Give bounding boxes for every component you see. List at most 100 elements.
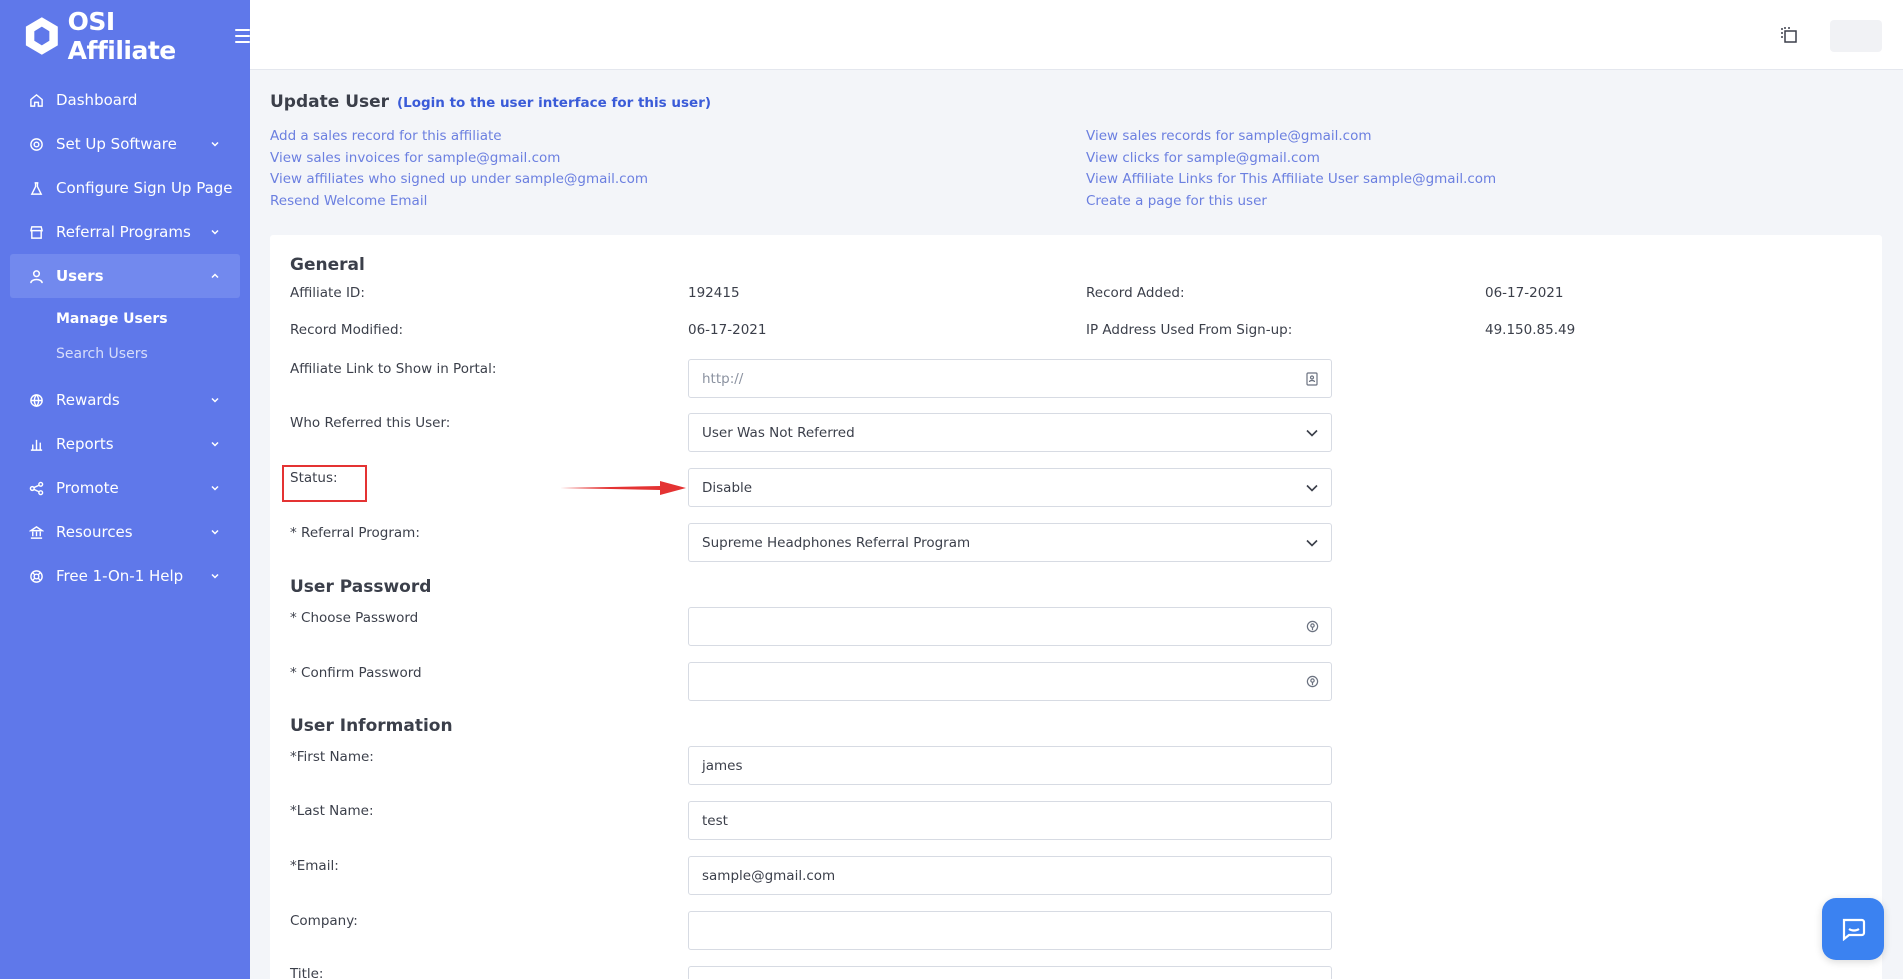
title-label: Title: bbox=[290, 966, 324, 979]
logo-hexagon-icon bbox=[25, 17, 58, 55]
chevron-down-icon bbox=[211, 529, 219, 535]
sidebar-item-referral-programs[interactable]: Referral Programs bbox=[10, 210, 240, 254]
view-affiliate-links-link[interactable]: View Affiliate Links for This Affiliate … bbox=[1086, 169, 1496, 191]
gear-icon bbox=[28, 136, 44, 152]
sidebar-item-label: Resources bbox=[56, 523, 133, 541]
top-bar bbox=[250, 0, 1903, 70]
brand-name: OSI Affiliate bbox=[67, 7, 177, 65]
record-added-label: Record Added: bbox=[1086, 285, 1185, 301]
contact-card-icon bbox=[1305, 371, 1319, 386]
create-page-link[interactable]: Create a page for this user bbox=[1086, 191, 1496, 213]
who-referred-value: User Was Not Referred bbox=[702, 424, 855, 441]
globe-icon bbox=[28, 392, 44, 408]
sidebar: OSI Affiliate Dashboard Set Up Software … bbox=[0, 0, 250, 979]
who-referred-label: Who Referred this User: bbox=[290, 415, 451, 431]
user-form-card: General Affiliate ID: 192415 Record Adde… bbox=[270, 235, 1882, 979]
last-name-label: *Last Name: bbox=[290, 803, 374, 819]
choose-password-label: * Choose Password bbox=[290, 610, 419, 626]
login-as-user-link[interactable]: (Login to the user interface for this us… bbox=[397, 95, 711, 111]
avatar[interactable] bbox=[1830, 20, 1882, 52]
sidebar-item-configure-sign-up-page[interactable]: Configure Sign Up Page bbox=[10, 166, 240, 210]
status-highlight-box bbox=[282, 465, 367, 502]
email-input[interactable]: sample@gmail.com bbox=[688, 856, 1332, 895]
title-input[interactable] bbox=[688, 966, 1332, 979]
first-name-input[interactable]: james bbox=[688, 746, 1332, 785]
chevron-down-icon bbox=[1305, 426, 1319, 440]
sidebar-item-reports[interactable]: Reports bbox=[10, 422, 240, 466]
sidebar-item-free-help[interactable]: Free 1-On-1 Help bbox=[10, 554, 240, 598]
sidebar-item-users[interactable]: Users bbox=[10, 254, 240, 298]
email-value: sample@gmail.com bbox=[702, 867, 836, 884]
chevron-up-icon bbox=[211, 273, 219, 279]
resend-welcome-email-link[interactable]: Resend Welcome Email bbox=[270, 191, 648, 213]
view-sales-invoices-link[interactable]: View sales invoices for sample@gmail.com bbox=[270, 148, 648, 170]
view-sales-records-link[interactable]: View sales records for sample@gmail.com bbox=[1086, 126, 1496, 148]
company-input[interactable] bbox=[688, 911, 1332, 950]
record-modified-value: 06-17-2021 bbox=[688, 322, 767, 338]
chevron-down-icon bbox=[211, 141, 219, 147]
view-affiliates-signed-up-link[interactable]: View affiliates who signed up under samp… bbox=[270, 169, 648, 191]
first-name-value: james bbox=[702, 757, 743, 774]
sidebar-item-label: Set Up Software bbox=[56, 135, 177, 153]
brand[interactable]: OSI Affiliate bbox=[0, 0, 250, 72]
affiliate-link-label: Affiliate Link to Show in Portal: bbox=[290, 361, 497, 377]
ip-address-label: IP Address Used From Sign-up: bbox=[1086, 322, 1293, 338]
affiliate-link-placeholder: http:// bbox=[702, 370, 744, 387]
password-section-title: User Password bbox=[290, 577, 432, 597]
sidebar-item-rewards[interactable]: Rewards bbox=[10, 378, 240, 422]
last-name-value: test bbox=[702, 812, 728, 829]
action-links-left: Add a sales record for this affiliate Vi… bbox=[270, 126, 648, 212]
status-select[interactable]: Disable bbox=[688, 468, 1332, 507]
flask-icon bbox=[28, 180, 44, 196]
last-name-input[interactable]: test bbox=[688, 801, 1332, 840]
sidebar-item-label: Configure Sign Up Page bbox=[56, 179, 233, 197]
affiliate-id-label: Affiliate ID: bbox=[290, 285, 365, 301]
chat-button[interactable] bbox=[1822, 898, 1884, 960]
chevron-down-icon bbox=[211, 573, 219, 579]
sidebar-item-label: Users bbox=[56, 267, 104, 285]
choose-password-input[interactable] bbox=[688, 607, 1332, 646]
chevron-down-icon bbox=[211, 397, 219, 403]
sidebar-item-dashboard[interactable]: Dashboard bbox=[10, 78, 240, 122]
affiliate-id-value: 192415 bbox=[688, 285, 740, 301]
show-password-icon[interactable] bbox=[1305, 675, 1319, 689]
email-label: *Email: bbox=[290, 858, 339, 874]
sidebar-item-label: Dashboard bbox=[56, 91, 138, 109]
chevron-down-icon bbox=[1305, 481, 1319, 495]
chevron-down-icon bbox=[211, 441, 219, 447]
chevron-down-icon bbox=[211, 485, 219, 491]
layers-icon[interactable] bbox=[1779, 25, 1799, 45]
confirm-password-label: * Confirm Password bbox=[290, 665, 422, 681]
sidebar-item-resources[interactable]: Resources bbox=[10, 510, 240, 554]
referral-program-value: Supreme Headphones Referral Program bbox=[702, 534, 971, 551]
sidebar-item-promote[interactable]: Promote bbox=[10, 466, 240, 510]
ip-address-value: 49.150.85.49 bbox=[1485, 322, 1576, 338]
menu-toggle-icon[interactable] bbox=[234, 29, 250, 43]
page-title-text: Update User bbox=[270, 92, 390, 112]
record-modified-label: Record Modified: bbox=[290, 322, 404, 338]
action-links: Add a sales record for this affiliate Vi… bbox=[270, 126, 1885, 226]
chevron-down-icon bbox=[1305, 536, 1319, 550]
show-password-icon[interactable] bbox=[1305, 620, 1319, 634]
bar-chart-icon bbox=[28, 436, 44, 452]
confirm-password-input[interactable] bbox=[688, 662, 1332, 701]
sidebar-item-set-up-software[interactable]: Set Up Software bbox=[10, 122, 240, 166]
main-content: Update User (Login to the user interface… bbox=[270, 70, 1885, 979]
who-referred-select[interactable]: User Was Not Referred bbox=[688, 413, 1332, 452]
chevron-down-icon bbox=[211, 229, 219, 235]
sidebar-item-label: Rewards bbox=[56, 391, 120, 409]
submenu-item-manage-users[interactable]: Manage Users bbox=[56, 302, 250, 337]
chat-bubble-icon bbox=[1842, 918, 1866, 941]
add-sales-record-link[interactable]: Add a sales record for this affiliate bbox=[270, 126, 648, 148]
submenu-item-search-users[interactable]: Search Users bbox=[56, 337, 250, 372]
action-links-right: View sales records for sample@gmail.com … bbox=[1086, 126, 1496, 212]
referral-program-select[interactable]: Supreme Headphones Referral Program bbox=[688, 523, 1332, 562]
red-arrow-icon bbox=[560, 481, 686, 495]
referral-program-label: * Referral Program: bbox=[290, 525, 420, 541]
sidebar-nav: Dashboard Set Up Software Configure Sign… bbox=[0, 78, 250, 598]
sidebar-item-label: Free 1-On-1 Help bbox=[56, 567, 184, 585]
view-clicks-link[interactable]: View clicks for sample@gmail.com bbox=[1086, 148, 1496, 170]
sidebar-item-label: Promote bbox=[56, 479, 119, 497]
user-icon bbox=[28, 268, 44, 284]
affiliate-link-input[interactable]: http:// bbox=[688, 359, 1332, 398]
